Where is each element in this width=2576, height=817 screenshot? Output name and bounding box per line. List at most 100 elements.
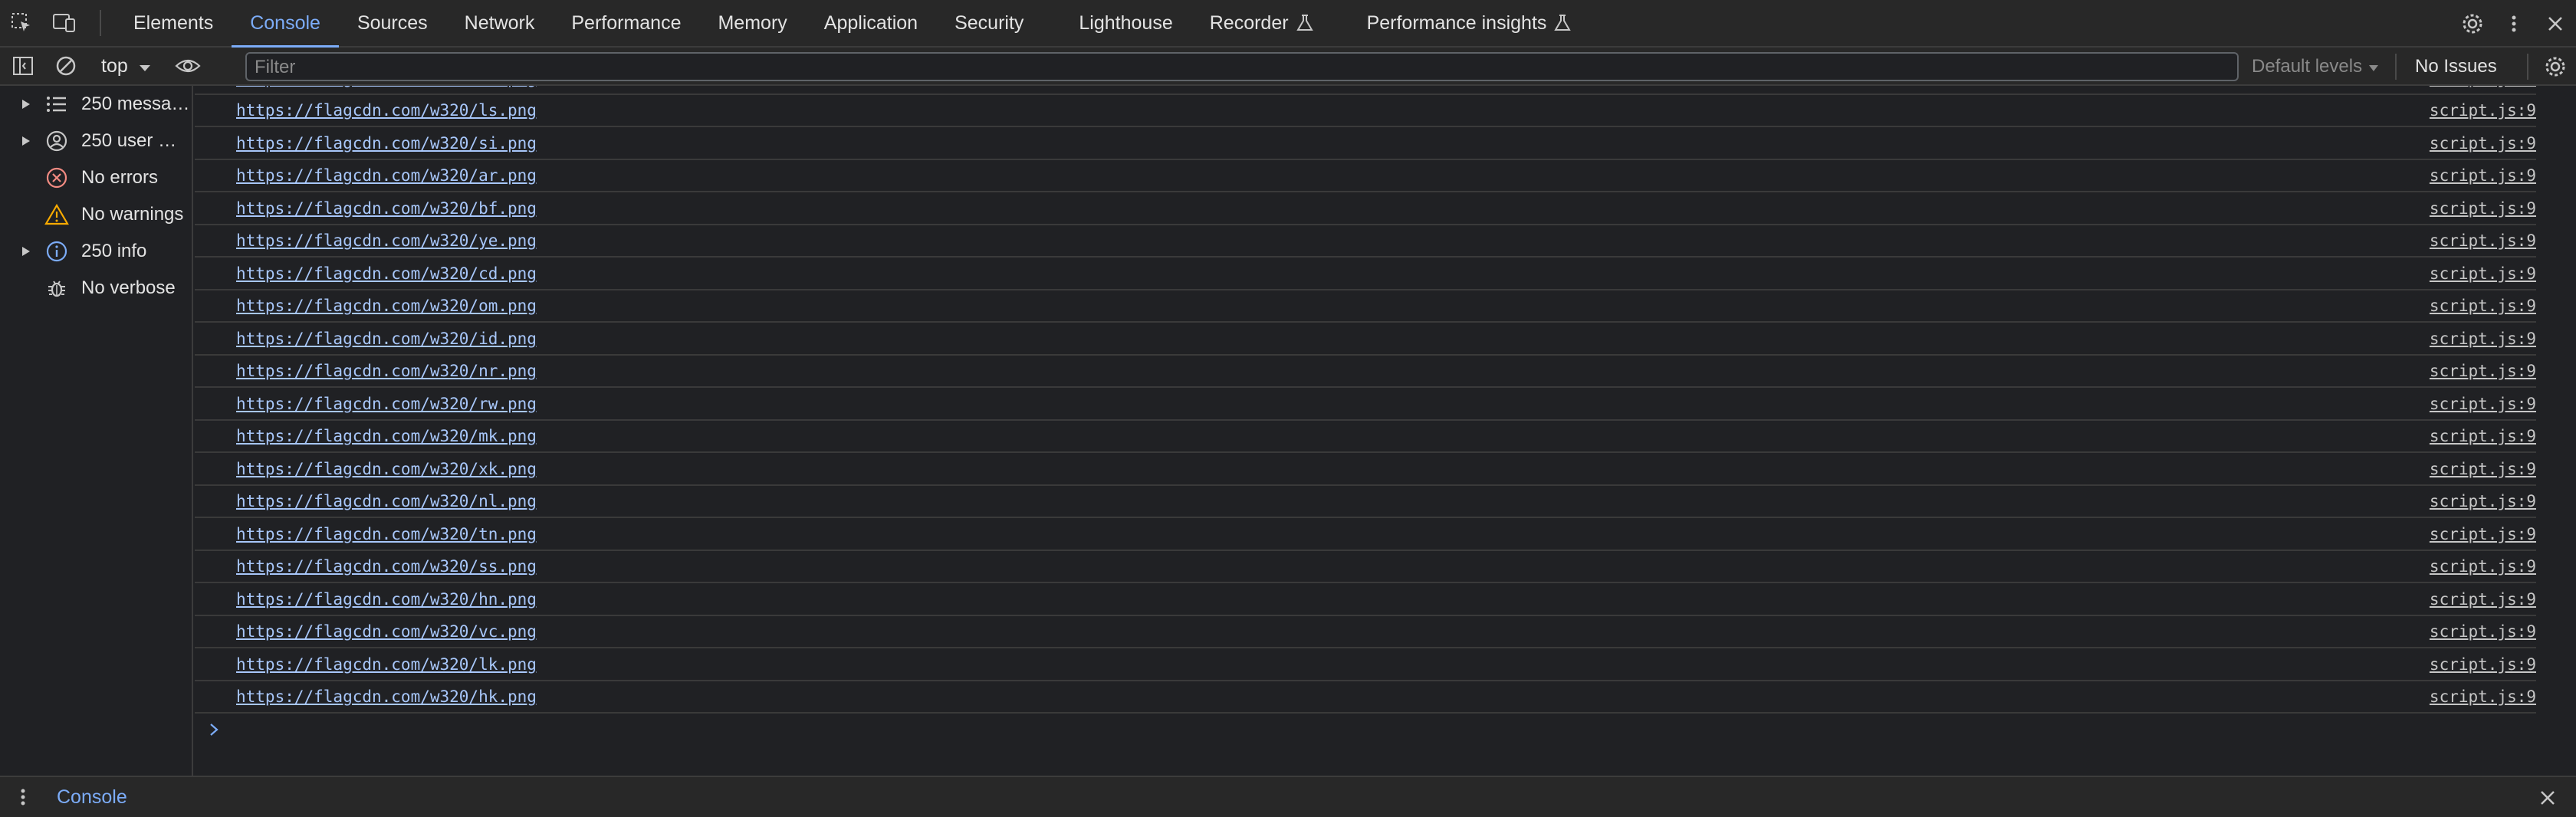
source-location-link[interactable]: script.js:9 (2430, 86, 2536, 87)
tab-memory[interactable]: Memory (699, 0, 805, 47)
live-expression-eye-icon[interactable] (165, 47, 211, 85)
log-message-link[interactable]: https://flagcdn.com/w320/ar.png (236, 166, 537, 185)
settings-gear-icon[interactable] (2452, 0, 2493, 48)
divider (2527, 54, 2528, 80)
log-message-link[interactable]: https://flagcdn.com/w320/id.png (236, 330, 537, 348)
source-location-link[interactable]: script.js:9 (2430, 264, 2536, 283)
tab-sources[interactable]: Sources (339, 0, 446, 47)
expand-arrow-icon[interactable] (15, 246, 37, 257)
sidebar-item-list[interactable]: 250 messages (0, 86, 192, 123)
log-message-link[interactable]: https://flagcdn.com/w320/ss.png (236, 557, 537, 576)
log-levels-dropdown[interactable]: Default levels (2252, 48, 2379, 86)
log-message-link[interactable]: https://flagcdn.com/w320/bf.png (236, 199, 537, 218)
tab-console[interactable]: Console (232, 0, 339, 48)
log-message-link[interactable]: https://flagcdn.com/w320/lk.png (236, 655, 537, 674)
console-settings-icon[interactable] (2535, 48, 2576, 86)
sidebar-item-label: No warnings (81, 204, 184, 225)
more-options-icon[interactable] (2493, 0, 2535, 48)
sidebar-item-label: No verbose (81, 277, 176, 298)
sidebar-item-user[interactable]: 250 user messages (0, 123, 192, 159)
sidebar-item-warning[interactable]: No warnings (0, 196, 192, 233)
log-message-link[interactable]: https://flagcdn.com/w320/mk.png (236, 427, 537, 445)
tab-performance[interactable]: Performance (553, 0, 699, 47)
log-row: https://flagcdn.com/w320/tn.png script.js… (195, 519, 2536, 551)
sidebar-item-info[interactable]: 250 info (0, 233, 192, 270)
log-message-link[interactable]: https://flagcdn.com/w320/vc.png (236, 622, 537, 641)
log-message-link[interactable]: https://flagcdn.com/w320/tn.png (236, 525, 537, 543)
source-location-link[interactable]: script.js:9 (2430, 525, 2536, 543)
issues-button[interactable]: No Issues (2415, 48, 2497, 86)
tab-performance-insights[interactable]: Performance insights (1349, 0, 1590, 47)
source-location-link[interactable]: script.js:9 (2430, 655, 2536, 674)
tab-lighthouse[interactable]: Lighthouse (1060, 0, 1191, 47)
tab-label: Lighthouse (1079, 11, 1173, 34)
tab-application[interactable]: Application (806, 0, 936, 47)
source-location-link[interactable]: script.js:9 (2430, 330, 2536, 348)
log-message-link[interactable]: https://flagcdn.com/w320/ye.png (236, 231, 537, 250)
close-devtools-icon[interactable] (2535, 0, 2576, 48)
source-location-link[interactable]: script.js:9 (2430, 297, 2536, 315)
source-location-link[interactable]: script.js:9 (2430, 622, 2536, 641)
drawer-menu-icon[interactable] (0, 776, 46, 817)
log-row: https://flagcdn.com/w320/rw.png script.js… (195, 389, 2536, 421)
panel-tabs: Elements Console Sources Network Performance… (115, 0, 1590, 48)
log-message-link[interactable]: https://flagcdn.com/w320/hk.png (236, 687, 537, 706)
source-location-link[interactable]: script.js:9 (2430, 590, 2536, 609)
source-location-link[interactable]: script.js:9 (2430, 199, 2536, 218)
log-message-link[interactable]: https://flagcdn.com/w320/om.png (236, 297, 537, 315)
expand-arrow-icon[interactable] (15, 136, 37, 146)
log-message-link[interactable]: https://flagcdn.com/w320/si.png (236, 134, 537, 153)
filter-input[interactable]: Filter (245, 52, 2239, 81)
console-prompt-chevron-icon[interactable] (209, 719, 219, 743)
log-row: https://flagcdn.com/w320/zw.png script.js… (195, 86, 2536, 95)
device-toggle-icon[interactable] (43, 0, 86, 47)
sidebar-toggle-icon[interactable] (0, 47, 46, 85)
log-message-link[interactable]: https://flagcdn.com/w320/nl.png (236, 492, 537, 510)
source-location-link[interactable]: script.js:9 (2430, 687, 2536, 706)
source-location-link[interactable]: script.js:9 (2430, 101, 2536, 120)
source-location-link[interactable]: script.js:9 (2430, 492, 2536, 510)
user-icon (40, 130, 74, 153)
caret-down-icon (2368, 56, 2379, 77)
tab-recorder[interactable]: Recorder (1191, 0, 1332, 47)
log-row: https://flagcdn.com/w320/nl.png script.js… (195, 486, 2536, 518)
source-location-link[interactable]: script.js:9 (2430, 557, 2536, 576)
source-location-link[interactable]: script.js:9 (2430, 460, 2536, 478)
log-row: https://flagcdn.com/w320/ar.png script.js… (195, 160, 2536, 192)
log-message-link[interactable]: https://flagcdn.com/w320/cd.png (236, 264, 537, 283)
source-location-link[interactable]: script.js:9 (2430, 166, 2536, 185)
close-drawer-icon[interactable] (2527, 777, 2568, 817)
tab-label: Memory (718, 11, 787, 34)
warning-icon (40, 203, 74, 226)
sidebar-item-label: 250 info (81, 241, 147, 261)
tab-security[interactable]: Security (936, 0, 1042, 47)
log-message-link[interactable]: https://flagcdn.com/w320/hn.png (236, 590, 537, 609)
inspect-element-icon[interactable] (0, 0, 43, 47)
source-location-link[interactable]: script.js:9 (2430, 231, 2536, 250)
clear-console-icon[interactable] (46, 47, 86, 85)
tab-elements[interactable]: Elements (115, 0, 232, 47)
source-location-link[interactable]: script.js:9 (2430, 427, 2536, 445)
levels-label: Default levels (2252, 56, 2363, 77)
log-message-link[interactable]: https://flagcdn.com/w320/zw.png (236, 86, 537, 87)
tab-label: Performance (571, 11, 682, 34)
sidebar-item-bug[interactable]: No verbose (0, 270, 192, 307)
log-message-link[interactable]: https://flagcdn.com/w320/ls.png (236, 101, 537, 120)
log-message-link[interactable]: https://flagcdn.com/w320/xk.png (236, 460, 537, 478)
tab-network[interactable]: Network (446, 0, 554, 47)
source-location-link[interactable]: script.js:9 (2430, 134, 2536, 153)
expand-arrow-icon[interactable] (15, 99, 37, 110)
bottom-drawer: Console (0, 776, 2576, 817)
source-location-link[interactable]: script.js:9 (2430, 395, 2536, 413)
log-row: https://flagcdn.com/w320/bf.png script.js… (195, 193, 2536, 225)
info-icon (40, 240, 74, 263)
bug-icon (40, 277, 74, 300)
log-row: https://flagcdn.com/w320/hk.png script.js… (195, 681, 2536, 714)
log-message-link[interactable]: https://flagcdn.com/w320/nr.png (236, 362, 537, 380)
log-row: https://flagcdn.com/w320/id.png script.js… (195, 323, 2536, 356)
log-message-link[interactable]: https://flagcdn.com/w320/rw.png (236, 395, 537, 413)
source-location-link[interactable]: script.js:9 (2430, 362, 2536, 380)
sidebar-item-error[interactable]: No errors (0, 159, 192, 196)
context-selector[interactable]: top (86, 55, 159, 77)
drawer-tab-console[interactable]: Console (57, 786, 127, 809)
